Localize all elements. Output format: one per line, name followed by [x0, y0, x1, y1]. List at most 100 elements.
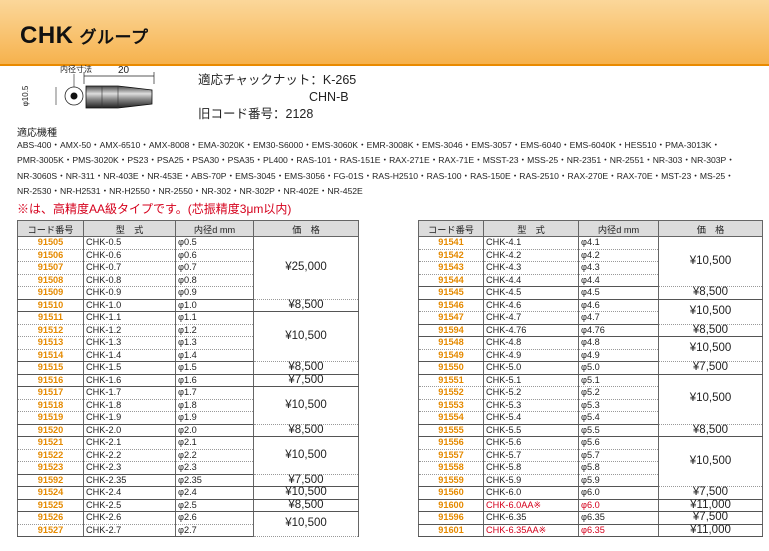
code-cell: 91516	[17, 374, 84, 387]
model-cell: CHK-4.4	[483, 274, 579, 287]
series-name: CHK	[20, 22, 74, 49]
table-row: 91550 CHK-5.0 φ5.0 ¥7,500	[418, 361, 763, 375]
model-cell: CHK-1.3	[83, 336, 176, 350]
diameter-cell: φ1.2	[175, 324, 254, 337]
model-cell: CHK-0.6	[83, 249, 176, 262]
model-cell: CHK-5.5	[483, 424, 579, 437]
diameter-cell: φ5.4	[578, 411, 659, 425]
machines-line: PMR-3005K・PMS-3020K・PS23・PSA25・PSA30・PSA…	[17, 155, 735, 166]
price-cell: ¥10,500	[658, 436, 763, 487]
diameter-cell: φ2.6	[175, 511, 254, 525]
diameter-cell: φ2.3	[175, 461, 254, 475]
price-cell: ¥8,500	[253, 299, 359, 312]
model-cell: CHK-0.7	[83, 261, 176, 275]
code-cell: 91506	[17, 249, 84, 262]
table-row: 91521 CHK-2.1 φ2.1 ¥10,500	[17, 436, 359, 475]
spec-block: 適応チャックナット：K-265 CHN-B 旧コード番号：2128	[198, 72, 356, 123]
table-row: 91551 CHK-5.1 φ5.1 ¥10,500	[418, 374, 763, 425]
model-cell: CHK-4.9	[483, 349, 579, 362]
diameter-cell: φ2.35	[175, 474, 254, 487]
diameter-cell: φ1.6	[175, 374, 254, 387]
diameter-cell: φ5.8	[578, 461, 659, 475]
model-cell: CHK-4.3	[483, 261, 579, 275]
machines-line: NR-2530・NR-H2531・NR-H2550・NR-2550・NR-302…	[17, 186, 363, 197]
code-cell: 91541	[418, 236, 484, 250]
code-cell: 91556	[418, 436, 484, 450]
diameter-cell: φ0.6	[175, 249, 254, 262]
code-cell: 91592	[17, 474, 84, 487]
code-cell: 91510	[17, 299, 84, 312]
diameter-cell: φ5.2	[578, 386, 659, 400]
table-row: 91592 CHK-2.35 φ2.35 ¥7,500	[17, 474, 359, 487]
price-table-left: コード番号 型 式 内径d mm 価 格 91505 CHK-0.5 φ0.5 ¥25…	[17, 220, 359, 537]
code-cell: 91527	[17, 524, 84, 537]
model-cell: CHK-1.4	[83, 349, 176, 362]
model-cell: CHK-2.7	[83, 524, 176, 537]
diameter-cell: φ1.7	[175, 386, 254, 400]
diameter-cell: φ2.0	[175, 424, 254, 437]
model-cell: CHK-0.9	[83, 286, 176, 300]
diameter-cell: φ4.1	[578, 236, 659, 250]
price-cell: ¥8,500	[658, 286, 763, 300]
diameter-cell: φ0.9	[175, 286, 254, 300]
code-cell: 91522	[17, 449, 84, 462]
model-cell: CHK-6.0AA※	[483, 499, 579, 512]
code-cell: 91544	[418, 274, 484, 287]
model-cell: CHK-1.6	[83, 374, 176, 387]
table-row: 91560 CHK-6.0 φ6.0 ¥7,500	[418, 486, 763, 500]
table-row: 91520 CHK-2.0 φ2.0 ¥8,500	[17, 424, 359, 437]
diameter-cell: φ2.4	[175, 486, 254, 500]
model-cell: CHK-1.5	[83, 361, 176, 375]
model-cell: CHK-5.9	[483, 474, 579, 487]
model-cell: CHK-4.2	[483, 249, 579, 262]
table-row: 91526 CHK-2.6 φ2.6 ¥10,500	[17, 511, 359, 537]
code-cell: 91513	[17, 336, 84, 350]
code-cell: 91515	[17, 361, 84, 375]
table-row: 91546 CHK-4.6 φ4.6 ¥10,500	[418, 299, 763, 325]
diameter-cell: φ5.1	[578, 374, 659, 387]
model-cell: CHK-2.2	[83, 449, 176, 462]
model-cell: CHK-2.6	[83, 511, 176, 525]
model-cell: CHK-6.35	[483, 511, 579, 525]
table-row: 91600 CHK-6.0AA※ φ6.0 ¥11,000	[418, 499, 763, 512]
machines-line: ABS-400・AMX-50・AMX-6510・AMX-8008・EMA-302…	[17, 140, 721, 150]
diameter-cell: φ5.3	[578, 399, 659, 412]
code-cell: 91601	[418, 524, 484, 537]
model-cell: CHK-4.6	[483, 299, 579, 312]
diameter-cell: φ4.8	[578, 336, 659, 350]
table-row: 91541 CHK-4.1 φ4.1 ¥10,500	[418, 236, 763, 287]
price-cell: ¥7,500	[658, 486, 763, 500]
table-row: 91601 CHK-6.35AA※ φ6.35 ¥11,000	[418, 524, 763, 537]
code-cell: 91511	[17, 311, 84, 325]
table-row: 91515 CHK-1.5 φ1.5 ¥8,500	[17, 361, 359, 375]
col-price: 価 格	[253, 220, 359, 237]
code-cell: 91552	[418, 386, 484, 400]
price-cell: ¥8,500	[658, 424, 763, 437]
col-model: 型 式	[483, 220, 579, 237]
table-row: 91596 CHK-6.35 φ6.35 ¥7,500	[418, 511, 763, 525]
diameter-cell: φ1.8	[175, 399, 254, 412]
price-cell: ¥10,500	[253, 511, 359, 537]
col-model: 型 式	[83, 220, 176, 237]
code-cell: 91546	[418, 299, 484, 312]
model-cell: CHK-1.1	[83, 311, 176, 325]
model-cell: CHK-2.4	[83, 486, 176, 500]
diameter-cell: φ1.1	[175, 311, 254, 325]
model-cell: CHK-5.7	[483, 449, 579, 462]
code-cell: 91545	[418, 286, 484, 300]
model-cell: CHK-4.76	[483, 324, 579, 337]
price-cell: ¥10,500	[253, 311, 359, 362]
price-cell: ¥7,500	[658, 511, 763, 525]
diameter-cell: φ6.35	[578, 524, 659, 537]
price-cell: ¥10,500	[658, 236, 763, 287]
code-cell: 91525	[17, 499, 84, 512]
col-code: コード番号	[418, 220, 484, 237]
diameter-cell: φ6.0	[578, 499, 659, 512]
diameter-cell: φ5.6	[578, 436, 659, 450]
price-cell: ¥10,500	[253, 486, 359, 500]
chuck-nut: 適応チャックナット：K-265	[198, 73, 357, 87]
code-cell: 91600	[418, 499, 484, 512]
price-cell: ¥7,500	[658, 361, 763, 375]
diameter-cell: φ2.1	[175, 436, 254, 450]
diameter-cell: φ2.5	[175, 499, 254, 512]
